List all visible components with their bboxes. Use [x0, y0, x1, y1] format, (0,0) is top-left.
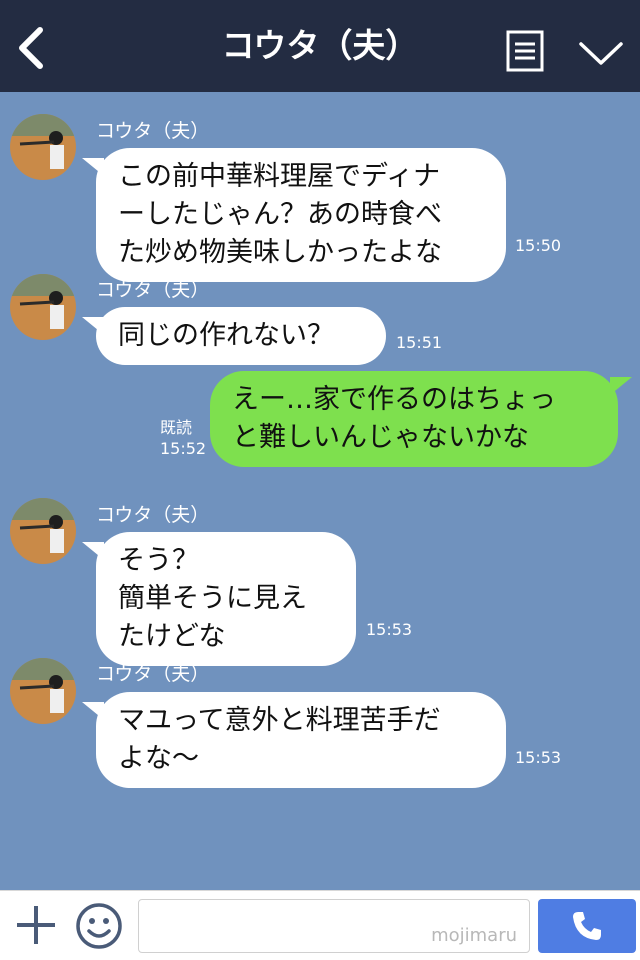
chevron-down-icon[interactable]: [578, 38, 624, 68]
message-time: 15:52: [160, 439, 207, 458]
phone-icon: [573, 912, 601, 940]
chat-header: コウタ（夫）: [0, 0, 640, 92]
message-time: 15:53: [366, 620, 413, 639]
message-time: 15:53: [515, 748, 562, 767]
sender-name: コウタ（夫）: [96, 279, 210, 301]
message-bubble-incoming[interactable]: そう？ 簡単そうに見え たけどな: [82, 532, 356, 666]
message-bubble-incoming[interactable]: この前中華料理屋でディナ ーしたじゃん？あの時食べ た炒め物美味しかったよな: [82, 148, 506, 282]
chat-title: コウタ（夫）: [221, 26, 419, 65]
sender-name: コウタ（夫）: [96, 120, 210, 142]
list-menu-icon[interactable]: [506, 30, 544, 72]
message-text-input[interactable]: mojimaru: [138, 899, 530, 953]
avatar[interactable]: [10, 658, 76, 724]
avatar[interactable]: [10, 114, 76, 180]
message-bubble-incoming[interactable]: マユって意外と料理苦手だ よな〜: [82, 692, 506, 788]
sender-name: コウタ（夫）: [96, 663, 210, 685]
avatar-photo: [10, 498, 76, 564]
avatar-photo: [10, 658, 76, 724]
avatar[interactable]: [10, 498, 76, 564]
avatar[interactable]: [10, 274, 76, 340]
message-input-bar: mojimaru: [0, 890, 640, 960]
avatar-photo: [10, 274, 76, 340]
watermark-text: mojimaru: [431, 925, 517, 946]
plus-icon[interactable]: [14, 903, 58, 947]
smiley-icon[interactable]: [74, 901, 124, 951]
message-time: 15:50: [515, 236, 562, 255]
avatar-photo: [10, 114, 76, 180]
call-button[interactable]: [538, 899, 636, 953]
message-bubble-outgoing[interactable]: えー…家で作るのはちょっ と難しいんじゃないかな: [210, 371, 632, 467]
message-bubble-incoming[interactable]: 同じの作れない？: [82, 307, 386, 365]
read-receipt: 既読: [160, 418, 193, 437]
message-time: 15:51: [396, 333, 443, 352]
sender-name: コウタ（夫）: [96, 504, 210, 526]
